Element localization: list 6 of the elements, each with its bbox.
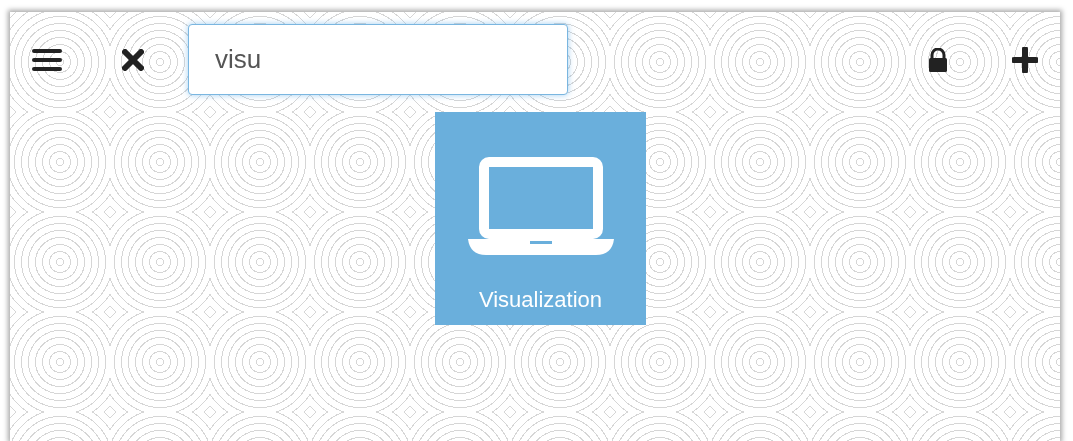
laptop-icon	[467, 157, 614, 257]
menu-icon[interactable]	[32, 47, 62, 72]
lock-icon[interactable]	[928, 47, 948, 72]
close-icon[interactable]	[122, 48, 144, 71]
search-field[interactable]: visu	[188, 24, 568, 95]
add-icon[interactable]	[1012, 46, 1038, 73]
